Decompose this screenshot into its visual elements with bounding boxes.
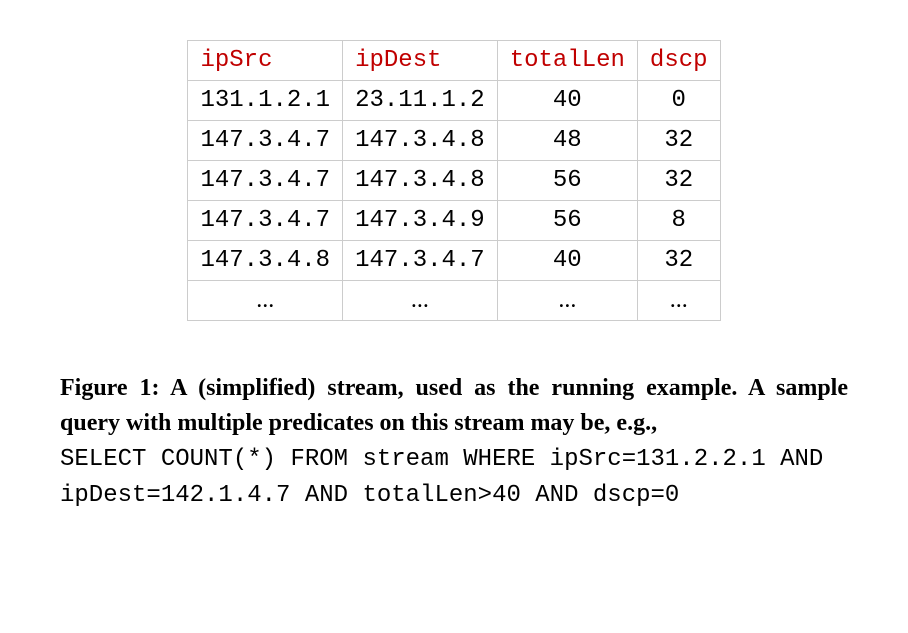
cell-ipsrc: 147.3.4.7	[188, 201, 343, 241]
figure-caption: Figure 1: A (simplified) stream, used as…	[60, 371, 848, 514]
cell-ellipsis: ...	[637, 281, 720, 321]
cell-ipdest: 147.3.4.9	[343, 201, 498, 241]
cell-ellipsis: ...	[188, 281, 343, 321]
col-ipdest: ipDest	[343, 41, 498, 81]
table-row: 131.1.2.1 23.11.1.2 40 0	[188, 81, 720, 121]
table-row: 147.3.4.7 147.3.4.9 56 8	[188, 201, 720, 241]
cell-ellipsis: ...	[343, 281, 498, 321]
caption-query-line1: SELECT COUNT(*) FROM stream WHERE ipSrc=…	[60, 446, 823, 473]
cell-totallen: 40	[497, 241, 637, 281]
stream-table: ipSrc ipDest totalLen dscp 131.1.2.1 23.…	[187, 40, 720, 321]
cell-ipdest: 147.3.4.8	[343, 161, 498, 201]
cell-ipdest: 147.3.4.7	[343, 241, 498, 281]
cell-dscp: 32	[637, 161, 720, 201]
table-row-ellipsis: ... ... ... ...	[188, 281, 720, 321]
col-dscp: dscp	[637, 41, 720, 81]
cell-dscp: 0	[637, 81, 720, 121]
table-row: 147.3.4.7 147.3.4.8 48 32	[188, 121, 720, 161]
cell-dscp: 8	[637, 201, 720, 241]
cell-ellipsis: ...	[497, 281, 637, 321]
cell-ipsrc: 131.1.2.1	[188, 81, 343, 121]
table-row: 147.3.4.8 147.3.4.7 40 32	[188, 241, 720, 281]
table-row: 147.3.4.7 147.3.4.8 56 32	[188, 161, 720, 201]
cell-dscp: 32	[637, 121, 720, 161]
cell-ipdest: 23.11.1.2	[343, 81, 498, 121]
cell-totallen: 40	[497, 81, 637, 121]
table-header-row: ipSrc ipDest totalLen dscp	[188, 41, 720, 81]
cell-ipsrc: 147.3.4.7	[188, 121, 343, 161]
col-totallen: totalLen	[497, 41, 637, 81]
cell-dscp: 32	[637, 241, 720, 281]
cell-totallen: 56	[497, 161, 637, 201]
caption-query-line2: ipDest=142.1.4.7 AND totalLen>40 AND dsc…	[60, 482, 679, 509]
cell-totallen: 48	[497, 121, 637, 161]
table-container: ipSrc ipDest totalLen dscp 131.1.2.1 23.…	[60, 40, 848, 321]
col-ipsrc: ipSrc	[188, 41, 343, 81]
cell-ipsrc: 147.3.4.8	[188, 241, 343, 281]
cell-ipdest: 147.3.4.8	[343, 121, 498, 161]
caption-lead: Figure 1: A (simplified) stream, used as…	[60, 375, 848, 436]
cell-totallen: 56	[497, 201, 637, 241]
cell-ipsrc: 147.3.4.7	[188, 161, 343, 201]
